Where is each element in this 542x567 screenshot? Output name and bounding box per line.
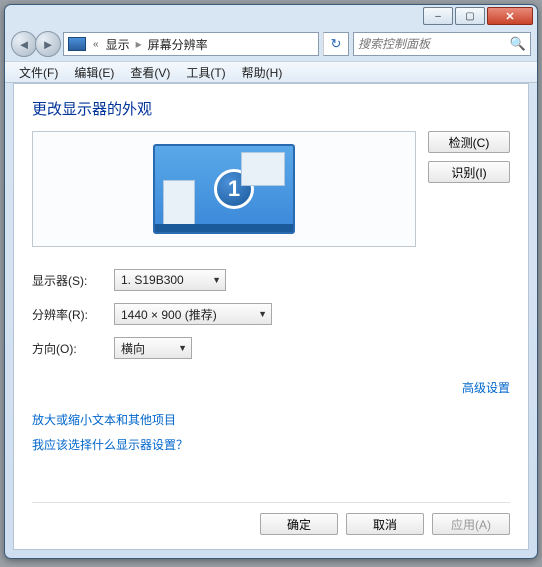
navigation-bar: ◄ ► « 显示 ▸ 屏幕分辨率 ↻ 🔍 <box>5 27 537 61</box>
menu-edit[interactable]: 编辑(E) <box>66 62 122 83</box>
orientation-value: 横向 <box>121 340 145 357</box>
monitor-preview[interactable]: 1 <box>32 131 416 247</box>
display-row: 显示器(S): 1. S19B300 ▼ <box>32 269 510 291</box>
menu-help[interactable]: 帮助(H) <box>234 62 291 83</box>
window-thumb <box>241 152 285 186</box>
window-controls: – ▢ ✕ <box>423 7 533 27</box>
display-select[interactable]: 1. S19B300 ▼ <box>114 269 226 291</box>
address-bar[interactable]: « 显示 ▸ 屏幕分辨率 <box>63 32 319 56</box>
control-panel-icon <box>68 37 86 51</box>
forward-button[interactable]: ► <box>35 31 61 57</box>
maximize-button[interactable]: ▢ <box>455 7 485 25</box>
which-settings-link[interactable]: 我应该选择什么显示器设置？ <box>32 436 510 453</box>
orientation-select[interactable]: 横向 ▼ <box>114 337 192 359</box>
detect-button[interactable]: 检测(C) <box>428 131 510 153</box>
chevron-down-icon: ▼ <box>212 275 221 285</box>
orientation-label: 方向(O): <box>32 340 114 357</box>
cancel-button[interactable]: 取消 <box>346 513 424 535</box>
apply-button[interactable]: 应用(A) <box>432 513 510 535</box>
refresh-button[interactable]: ↻ <box>323 32 349 56</box>
settings-form: 显示器(S): 1. S19B300 ▼ 分辨率(R): 1440 × 900 … <box>32 269 510 371</box>
monitor-1[interactable]: 1 <box>153 144 295 234</box>
text-size-link[interactable]: 放大或缩小文本和其他项目 <box>32 411 510 428</box>
content-area: 更改显示器的外观 1 检测(C) 识别(I) 显示器(S): 1. S19B30… <box>13 83 529 550</box>
window-thumb <box>163 180 195 226</box>
page-title: 更改显示器的外观 <box>32 98 510 119</box>
advanced-settings-link[interactable]: 高级设置 <box>462 381 510 395</box>
preview-buttons: 检测(C) 识别(I) <box>428 131 510 183</box>
resolution-select[interactable]: 1440 × 900 (推荐) ▼ <box>114 303 272 325</box>
window: – ▢ ✕ ◄ ► « 显示 ▸ 屏幕分辨率 ↻ 🔍 文件(F) 编辑(E) 查… <box>4 4 538 559</box>
search-box[interactable]: 🔍 <box>353 32 531 56</box>
back-button[interactable]: ◄ <box>11 31 37 57</box>
display-label: 显示器(S): <box>32 272 114 289</box>
breadcrumb-sep: ▸ <box>134 37 144 51</box>
chevron-down-icon: ▼ <box>258 309 267 319</box>
spacer <box>32 461 510 502</box>
titlebar: – ▢ ✕ <box>5 5 537 27</box>
minimize-button[interactable]: – <box>423 7 453 25</box>
menu-tools[interactable]: 工具(T) <box>178 62 233 83</box>
menu-view[interactable]: 查看(V) <box>122 62 178 83</box>
chevron-down-icon: ▼ <box>178 343 187 353</box>
search-icon[interactable]: 🔍 <box>510 36 526 52</box>
help-links: 放大或缩小文本和其他项目 我应该选择什么显示器设置？ <box>32 411 510 461</box>
close-button[interactable]: ✕ <box>487 7 533 25</box>
resolution-value: 1440 × 900 (推荐) <box>121 306 217 323</box>
breadcrumb-display[interactable]: 显示 <box>102 36 134 53</box>
orientation-row: 方向(O): 横向 ▼ <box>32 337 510 359</box>
preview-row: 1 检测(C) 识别(I) <box>32 131 510 247</box>
menu-file[interactable]: 文件(F) <box>11 62 66 83</box>
ok-button[interactable]: 确定 <box>260 513 338 535</box>
resolution-label: 分辨率(R): <box>32 306 114 323</box>
menu-bar: 文件(F) 编辑(E) 查看(V) 工具(T) 帮助(H) <box>5 61 537 83</box>
breadcrumb-resolution[interactable]: 屏幕分辨率 <box>144 36 212 53</box>
crumb-prefix: « <box>90 39 102 50</box>
resolution-row: 分辨率(R): 1440 × 900 (推荐) ▼ <box>32 303 510 325</box>
taskbar-thumb <box>155 224 293 232</box>
identify-button[interactable]: 识别(I) <box>428 161 510 183</box>
display-value: 1. S19B300 <box>121 273 184 287</box>
nav-buttons: ◄ ► <box>11 31 59 57</box>
advanced-link-row: 高级设置 <box>32 379 510 397</box>
search-input[interactable] <box>358 37 526 51</box>
dialog-button-bar: 确定 取消 应用(A) <box>32 502 510 535</box>
